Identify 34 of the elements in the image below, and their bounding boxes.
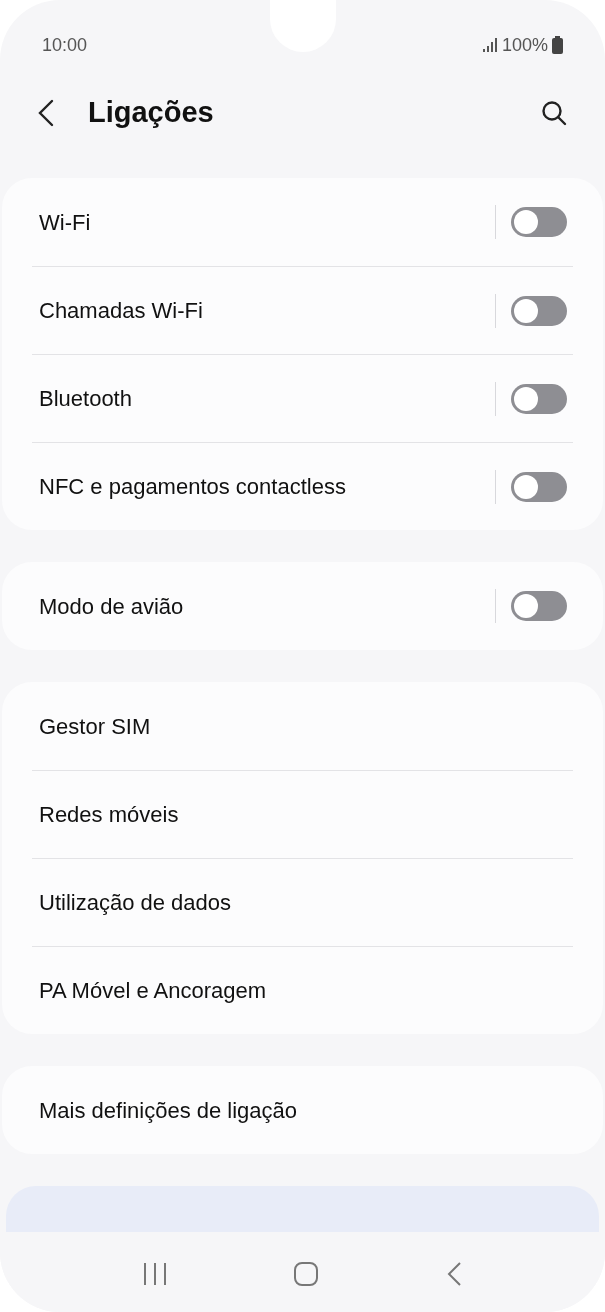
row-label: Chamadas Wi-Fi [39,297,203,325]
row-label: Mais definições de ligação [39,1096,298,1125]
row-label: Utilização de dados [39,889,231,917]
toggle-switch[interactable] [511,207,567,237]
row-label: Gestor SIM [39,712,151,741]
row-label: NFC e pagamentos contactless [39,473,346,501]
status-time: 10:00 [42,33,88,57]
page-title: Ligações [88,95,214,131]
row-label: Redes móveis [39,801,179,829]
toggle-switch[interactable] [511,383,567,414]
row-label: PA Móvel e Ancoragem [39,977,267,1005]
battery-icon [552,36,563,54]
home-icon[interactable] [293,1261,320,1287]
search-button[interactable] [539,98,569,128]
toggle-switch[interactable] [511,295,567,326]
settings-row[interactable]: Chamadas Wi-Fi [32,266,573,354]
back-icon[interactable] [445,1261,462,1287]
toggle-switch[interactable] [511,591,567,621]
settings-row[interactable]: Modo de avião [32,562,573,650]
settings-row[interactable]: Wi-Fi [32,178,573,266]
toggle-switch[interactable] [511,471,567,502]
settings-row[interactable]: Utilização de dados [32,858,573,946]
recent-apps-icon[interactable] [143,1262,168,1286]
settings-row[interactable]: Bluetooth [32,354,573,442]
battery-level: 100% [501,33,548,57]
row-label: Wi-Fi [39,208,91,237]
row-label: Modo de avião [39,592,184,621]
settings-row[interactable]: Gestor SIM [32,682,573,770]
row-label: Bluetooth [39,385,132,413]
settings-row[interactable]: Redes móveis [32,770,573,858]
settings-row[interactable]: NFC e pagamentos contactless [32,442,573,530]
settings-row[interactable]: PA Móvel e Ancoragem [32,946,573,1034]
signal-icon [481,38,498,52]
settings-row[interactable]: Mais definições de ligação [32,1066,573,1154]
